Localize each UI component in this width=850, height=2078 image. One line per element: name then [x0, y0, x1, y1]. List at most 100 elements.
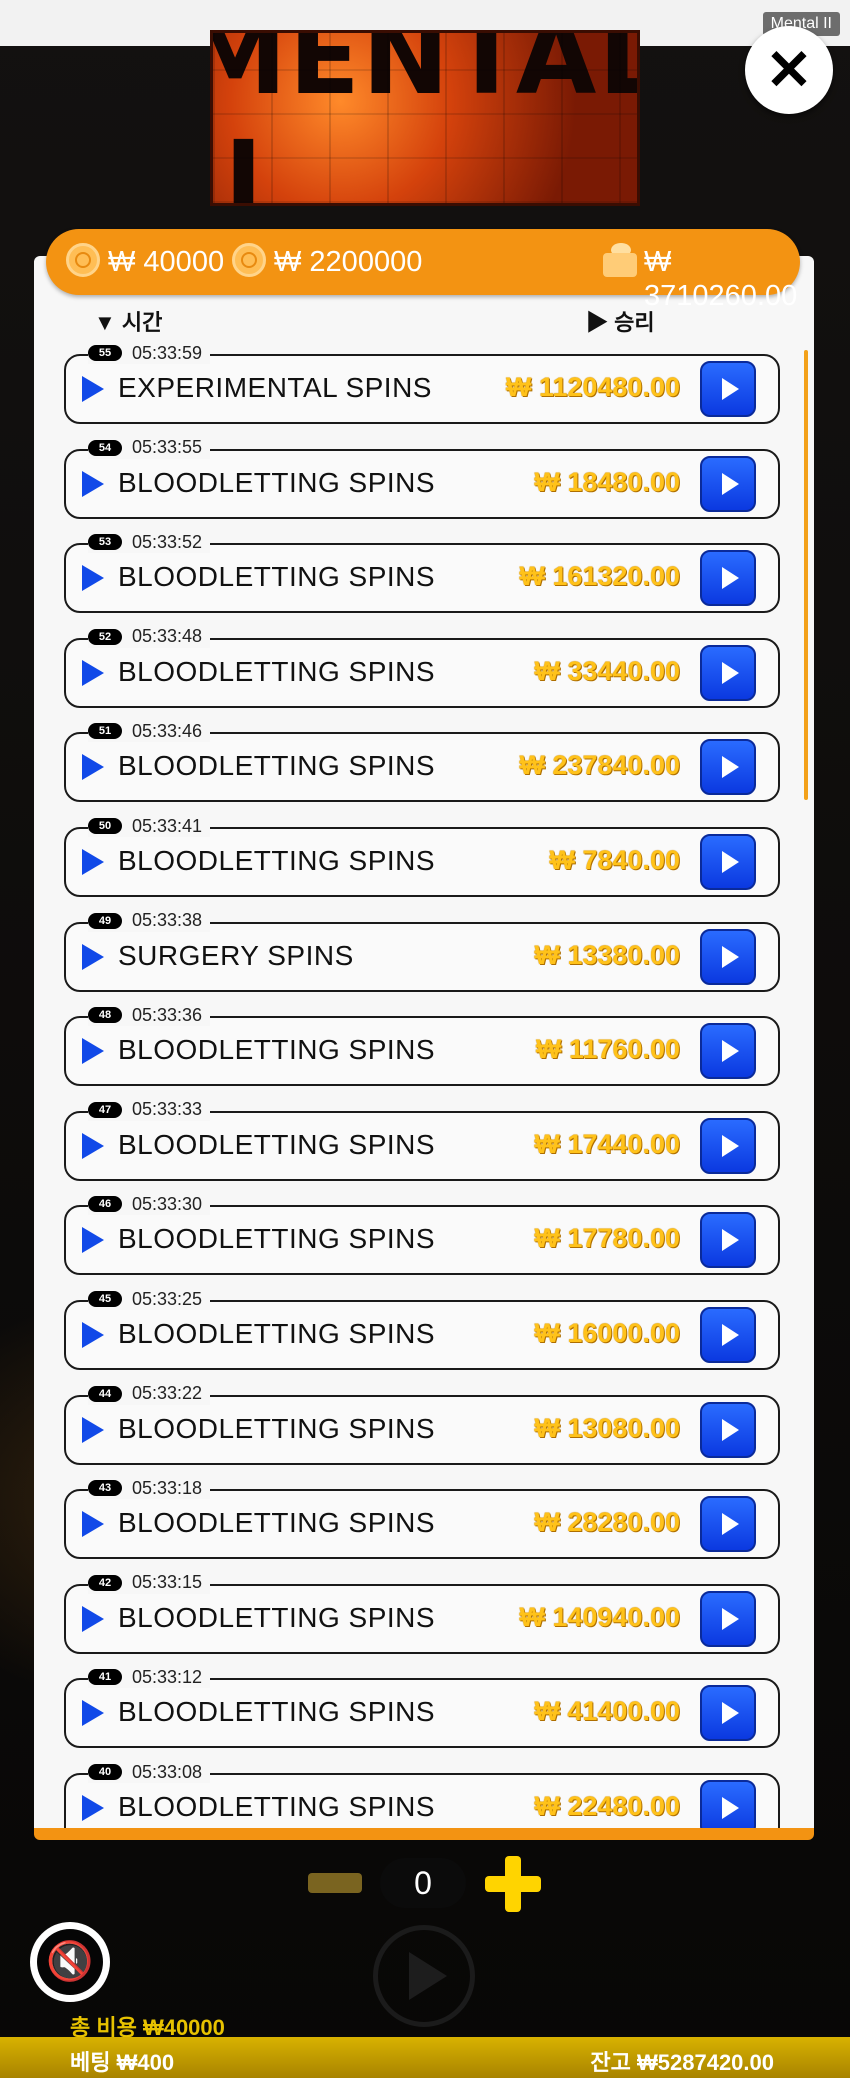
history-row[interactable]: 40 05:33:08 BLOODLETTING SPINS ₩ 22480.00 — [64, 1761, 780, 1828]
history-row[interactable]: 54 05:33:55 BLOODLETTING SPINS ₩ 18480.00 — [64, 436, 780, 519]
row-meta: 50 05:33:41 — [88, 815, 211, 837]
coin-bet-value: ₩ 40000 — [108, 246, 225, 278]
win-amount: ₩ 16000.00 — [534, 1318, 680, 1348]
row-meta: 53 05:33:52 — [88, 531, 211, 554]
round-number-badge: 47 — [88, 1101, 122, 1118]
panel-bottom-edge — [34, 1828, 814, 1840]
win-amount: ₩ 237840.00 — [519, 750, 680, 781]
win-amount: ₩ 41400.00 — [534, 1696, 680, 1727]
history-row[interactable]: 47 05:33:33 BLOODLETTING SPINS ₩ 17440.00 — [64, 1098, 780, 1181]
replay-button[interactable] — [700, 1780, 756, 1828]
replay-button[interactable] — [700, 834, 756, 890]
replay-button[interactable] — [700, 928, 756, 985]
round-number-badge: 49 — [88, 912, 122, 929]
row-meta: 47 05:33:33 — [88, 1098, 211, 1121]
replay-button[interactable] — [700, 1307, 756, 1363]
coin-total-value: ₩ 2200000 — [274, 246, 423, 278]
history-row[interactable]: 41 05:33:12 BLOODLETTING SPINS ₩ 41400.00 — [64, 1666, 780, 1749]
history-row[interactable]: 42 05:33:15 BLOODLETTING SPINS ₩ 140940.00 — [64, 1571, 780, 1654]
play-triangle-icon — [82, 1700, 104, 1727]
row-meta: 41 05:33:12 — [88, 1666, 211, 1689]
balance-label: 잔고 ₩5287420.00 — [590, 2050, 774, 2075]
replay-button[interactable] — [700, 1023, 756, 1080]
history-row[interactable]: 49 05:33:38 SURGERY SPINS ₩ 13380.00 — [64, 909, 780, 992]
row-meta: 49 05:33:38 — [88, 909, 211, 932]
replay-button[interactable] — [700, 1117, 756, 1174]
history-header: ₩ 40000 ₩ 2200000 ₩ 3710260.00 — [46, 229, 800, 312]
history-row[interactable]: 53 05:33:52 BLOODLETTING SPINS ₩ 161320.00 — [64, 531, 780, 614]
round-time: 05:33:36 — [132, 1004, 203, 1025]
round-number-badge: 46 — [88, 1196, 122, 1213]
game-logo: MENTAL II — [210, 30, 640, 206]
decrease-bet-button[interactable] — [308, 1873, 362, 1893]
play-triangle-icon — [82, 1416, 104, 1443]
sort-win-header[interactable]: ▶ 승리 — [586, 305, 655, 337]
history-row[interactable]: 45 05:33:25 BLOODLETTING SPINS ₩ 16000.00 — [64, 1288, 780, 1370]
round-number-badge: 51 — [88, 723, 122, 740]
spin-type-label: BLOODLETTING SPINS — [118, 655, 436, 687]
spin-type-label: BLOODLETTING SPINS — [118, 1507, 436, 1539]
sort-right-icon: ▶ — [586, 310, 609, 335]
play-triangle-icon — [82, 754, 104, 781]
spin-type-label: BLOODLETTING SPINS — [118, 750, 436, 782]
bet-amount-label: 베팅 ₩400 — [70, 2050, 175, 2075]
spin-type-label: BLOODLETTING SPINS — [118, 466, 436, 498]
speaker-muted-icon: 🔇 — [37, 1929, 103, 1995]
history-row[interactable]: 44 05:33:22 BLOODLETTING SPINS ₩ 13080.00 — [64, 1382, 780, 1465]
close-button[interactable]: ✕ — [745, 26, 833, 114]
history-row[interactable]: 50 05:33:41 BLOODLETTING SPINS ₩ 7840.00 — [64, 815, 780, 897]
round-time: 05:33:46 — [132, 720, 203, 741]
replay-button[interactable] — [700, 455, 756, 512]
history-row[interactable]: 46 05:33:30 BLOODLETTING SPINS ₩ 17780.00 — [64, 1193, 780, 1276]
row-meta: 44 05:33:22 — [88, 1382, 211, 1405]
replay-button[interactable] — [700, 1496, 756, 1553]
history-row[interactable]: 51 05:33:46 BLOODLETTING SPINS ₩ 237840.00 — [64, 720, 780, 803]
round-number-badge: 54 — [88, 439, 122, 456]
row-meta: 48 05:33:36 — [88, 1004, 211, 1027]
round-time: 05:33:38 — [132, 910, 203, 931]
history-row[interactable]: 52 05:33:48 BLOODLETTING SPINS ₩ 33440.00 — [64, 625, 780, 708]
bet-count-display: 0 — [380, 1858, 466, 1908]
spin-type-label: BLOODLETTING SPINS — [118, 1696, 436, 1728]
replay-button[interactable] — [700, 739, 756, 796]
round-number-badge: 44 — [88, 1385, 122, 1402]
spin-type-label: BLOODLETTING SPINS — [118, 1034, 436, 1066]
win-amount: ₩ 161320.00 — [519, 561, 680, 592]
win-amount: ₩ 18480.00 — [534, 466, 680, 497]
sort-time-header[interactable]: ▼ 시간 — [94, 305, 162, 337]
spin-type-label: EXPERIMENTAL SPINS — [118, 372, 432, 403]
spin-type-label: BLOODLETTING SPINS — [118, 1223, 436, 1255]
history-list: 55 05:33:59 EXPERIMENTAL SPINS ₩ 1120480.00… — [34, 340, 814, 1828]
replay-button[interactable] — [700, 1401, 756, 1458]
replay-button[interactable] — [700, 1212, 756, 1269]
round-number-badge: 52 — [88, 628, 122, 645]
history-row[interactable]: 48 05:33:36 BLOODLETTING SPINS ₩ 11760.00 — [64, 1004, 780, 1087]
round-number-badge: 55 — [88, 345, 122, 361]
replay-button[interactable] — [700, 550, 756, 607]
win-amount: ₩ 140940.00 — [519, 1601, 680, 1632]
history-row[interactable]: 43 05:33:18 BLOODLETTING SPINS ₩ 28280.00 — [64, 1477, 780, 1560]
replay-button[interactable] — [700, 644, 756, 701]
play-triangle-icon — [82, 1038, 104, 1065]
row-meta: 51 05:33:46 — [88, 720, 211, 743]
time-column-label: 시간 — [121, 310, 163, 335]
replay-button[interactable] — [700, 1590, 756, 1647]
play-triangle-icon — [82, 1322, 104, 1348]
mute-button[interactable]: 🔇 — [30, 1922, 110, 2002]
round-time: 05:33:41 — [132, 815, 203, 836]
replay-button[interactable] — [700, 361, 756, 417]
increase-bet-button[interactable] — [485, 1856, 541, 1912]
round-time: 05:33:08 — [132, 1761, 203, 1782]
spin-type-label: BLOODLETTING SPINS — [118, 1318, 436, 1349]
play-triangle-icon — [82, 376, 104, 402]
history-row[interactable]: 55 05:33:59 EXPERIMENTAL SPINS ₩ 1120480.00 — [64, 342, 780, 424]
row-meta: 46 05:33:30 — [88, 1193, 211, 1216]
spin-button[interactable] — [373, 1925, 475, 2027]
win-amount: ₩ 28280.00 — [534, 1507, 680, 1538]
replay-button[interactable] — [700, 1685, 756, 1742]
play-triangle-icon — [82, 1227, 104, 1254]
coin-icon — [66, 243, 100, 277]
round-number-badge: 41 — [88, 1669, 122, 1686]
wallet-icon — [599, 241, 637, 279]
win-column-label: 승리 — [614, 310, 655, 335]
